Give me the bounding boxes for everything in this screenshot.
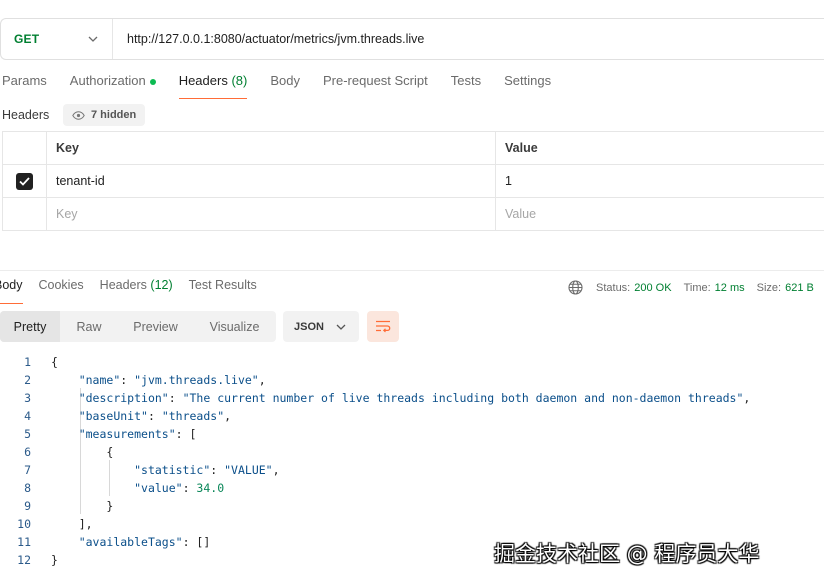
tab-label: Body <box>0 278 23 292</box>
tab-params[interactable]: Params <box>2 73 47 99</box>
code-line: "availableTags": [] <box>78 535 211 549</box>
eye-icon <box>72 110 85 120</box>
header-value-field[interactable]: 1 <box>496 165 824 197</box>
method-label: GET <box>14 32 40 46</box>
tab-label: Headers <box>178 73 228 88</box>
value-column-header: Value <box>505 141 538 155</box>
tab-tests[interactable]: Tests <box>451 73 481 99</box>
code-line: "measurements": [ <box>78 427 197 441</box>
code-line: "baseUnit": "threads", <box>78 409 232 423</box>
url-bar: GET http://127.0.0.1:8080/actuator/metri… <box>0 18 824 60</box>
tab-label: Params <box>2 73 47 88</box>
line-number: 5 <box>24 427 31 441</box>
hidden-headers-toggle[interactable]: 7 hidden <box>63 104 146 126</box>
view-mode-control: Pretty Raw Preview Visualize <box>0 311 276 342</box>
code-line: ], <box>51 517 93 531</box>
code-line: "description": "The current number of li… <box>78 391 751 405</box>
code-line: { <box>51 355 58 369</box>
status-value[interactable]: 200 OK <box>634 282 671 294</box>
size-label: Size: <box>756 281 782 294</box>
tab-label: Authorization <box>69 73 146 88</box>
code-line: "statistic": "VALUE", <box>134 463 280 477</box>
tab-headers[interactable]: Headers (8) <box>178 73 248 99</box>
code-line: } <box>51 553 58 567</box>
checkbox-column-header <box>2 132 47 164</box>
method-select[interactable]: GET <box>1 19 113 59</box>
chevron-down-icon <box>336 324 346 330</box>
time-value[interactable]: 12 ms <box>715 282 745 294</box>
table-row: tenant-id 1 <box>2 165 824 198</box>
response-status-bar: Status: 200 OK Time: 12 ms Size: 621 B <box>568 280 814 295</box>
line-number: 3 <box>24 391 31 405</box>
view-pretty[interactable]: Pretty <box>0 311 60 342</box>
tab-count: (8) <box>231 73 248 88</box>
tab-pre-request-script[interactable]: Pre-request Script <box>323 73 428 99</box>
tab-body[interactable]: Body <box>270 73 300 99</box>
status-label: Status: <box>596 281 631 294</box>
new-key-field[interactable]: Key <box>47 198 496 230</box>
headers-section-label: Headers <box>2 108 50 122</box>
row-checkbox-cell <box>2 165 47 197</box>
code-line: } <box>51 499 114 513</box>
line-number: 10 <box>17 517 31 531</box>
code-line: "value": 34.0 <box>134 481 225 495</box>
watermark: 掘金技术社区 @ 程序员大华 <box>494 542 760 566</box>
format-select[interactable]: JSON <box>283 311 359 342</box>
tab-label: Pre-request Script <box>322 73 428 88</box>
time-label: Time: <box>683 281 711 294</box>
tab-response-headers[interactable]: Headers (12) <box>100 278 173 304</box>
checkmark-icon <box>19 176 30 186</box>
line-number: 7 <box>24 463 31 477</box>
line-number: 8 <box>24 481 31 495</box>
url-input[interactable]: http://127.0.0.1:8080/actuator/metrics/j… <box>113 32 424 46</box>
chevron-down-icon <box>88 36 98 42</box>
line-number: 1 <box>24 355 31 369</box>
tab-count: (12) <box>150 278 173 292</box>
code-line: "name": "jvm.threads.live", <box>78 373 266 387</box>
empty-checkbox-cell <box>2 198 47 230</box>
tab-test-results[interactable]: Test Results <box>189 278 257 304</box>
new-value-field[interactable]: Value <box>496 198 824 230</box>
wrap-lines-button[interactable] <box>367 311 399 342</box>
hidden-count-label: 7 hidden <box>91 109 137 121</box>
header-key-field[interactable]: tenant-id <box>47 165 496 197</box>
tab-label: Body <box>270 73 300 88</box>
key-column-header: Key <box>47 132 496 164</box>
format-label: JSON <box>294 320 324 333</box>
request-tabs: Params Authorization Headers (8) Body Pr… <box>2 73 574 99</box>
tab-authorization[interactable]: Authorization <box>70 73 156 99</box>
status-dot-icon <box>149 79 156 85</box>
globe-icon[interactable] <box>568 280 583 295</box>
line-number: 9 <box>24 499 31 513</box>
table-header-row: Key Value <box>2 132 824 165</box>
tab-cookies[interactable]: Cookies <box>39 278 84 304</box>
table-row-empty: Key Value <box>2 198 824 231</box>
view-raw[interactable]: Raw <box>60 311 118 342</box>
headers-table: Key Value tenant-id 1 Key Value <box>2 131 824 231</box>
line-number: 11 <box>17 535 31 549</box>
code-line: { <box>51 445 114 459</box>
tab-label: Cookies <box>38 278 84 292</box>
view-visualize[interactable]: Visualize <box>193 311 276 342</box>
view-preview[interactable]: Preview <box>118 311 193 342</box>
size-value[interactable]: 621 B <box>785 282 814 294</box>
tab-label: Headers <box>99 278 147 292</box>
pane-divider[interactable] <box>0 270 824 271</box>
tab-label: Test Results <box>188 278 257 292</box>
tab-settings[interactable]: Settings <box>504 73 551 99</box>
tab-label: Settings <box>504 73 552 88</box>
line-number: 6 <box>24 445 31 459</box>
line-number: 2 <box>24 373 31 387</box>
tab-label: Tests <box>450 73 482 88</box>
wrap-lines-icon <box>376 320 391 333</box>
tab-response-body[interactable]: Body <box>0 278 23 304</box>
row-checkbox[interactable] <box>16 172 33 190</box>
line-number: 12 <box>17 553 31 567</box>
line-number: 4 <box>24 409 31 423</box>
response-tabs: Body Cookies Headers (12) Test Results <box>0 278 273 304</box>
